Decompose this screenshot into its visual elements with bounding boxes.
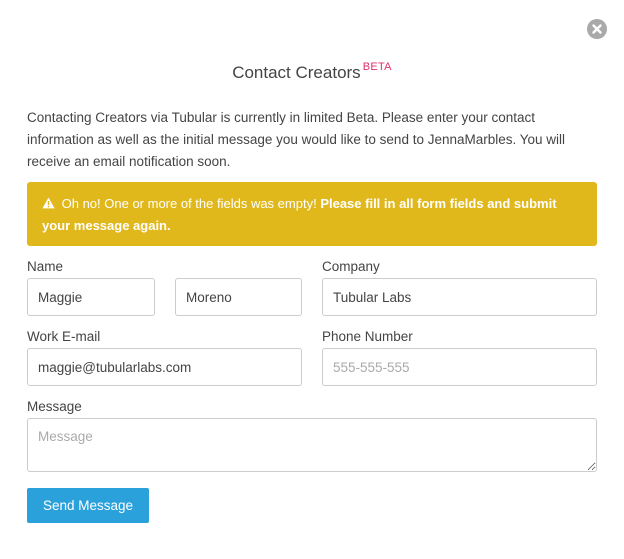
warning-icon bbox=[42, 194, 55, 215]
name-label: Name bbox=[27, 259, 64, 274]
company-label: Company bbox=[322, 259, 380, 274]
alert-message: Oh no! One or more of the fields was emp… bbox=[61, 196, 317, 211]
modal-title-text: Contact Creators bbox=[232, 63, 361, 82]
phone-input[interactable] bbox=[322, 348, 597, 386]
company-input[interactable] bbox=[322, 278, 597, 316]
intro-text: Contacting Creators via Tubular is curre… bbox=[27, 110, 566, 169]
contact-creators-modal: Contact Creators BETA Contacting Creators… bbox=[0, 0, 624, 559]
message-label: Message bbox=[27, 399, 82, 414]
close-button[interactable] bbox=[587, 19, 607, 39]
close-icon bbox=[592, 24, 602, 34]
error-alert: Oh no! One or more of the fields was emp… bbox=[27, 182, 597, 246]
first-name-input[interactable] bbox=[27, 278, 155, 316]
email-input[interactable] bbox=[27, 348, 302, 386]
modal-title: Contact Creators BETA bbox=[0, 61, 624, 83]
last-name-input[interactable] bbox=[175, 278, 302, 316]
send-message-button[interactable]: Send Message bbox=[27, 488, 149, 523]
phone-label: Phone Number bbox=[322, 329, 413, 344]
message-textarea[interactable] bbox=[27, 418, 597, 472]
email-label: Work E-mail bbox=[27, 329, 101, 344]
beta-badge: BETA bbox=[362, 61, 392, 73]
